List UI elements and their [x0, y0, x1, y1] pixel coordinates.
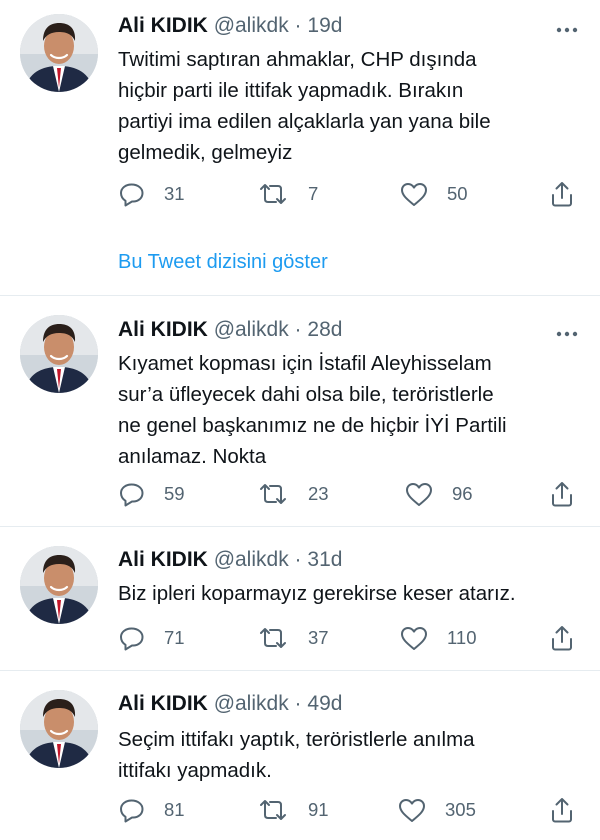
like-count: 305 [445, 799, 476, 820]
retweet-icon [256, 624, 290, 652]
author-name[interactable]: Ali KIDIK [118, 692, 208, 715]
avatar[interactable] [20, 546, 98, 624]
like-count: 96 [452, 483, 473, 504]
like-count: 50 [447, 183, 468, 204]
heart-icon [399, 180, 429, 208]
separator: · [294, 692, 302, 715]
retweet-count: 7 [308, 183, 319, 204]
tweet-text: Twitimi saptıran ahmaklar, CHP dışında h… [118, 44, 578, 168]
tweet-text-line: Seçim ittifakı yaptık, teröristlerle anı… [118, 728, 475, 751]
show-thread-link[interactable]: Bu Tweet dizisini göster [118, 248, 328, 276]
retweet-button[interactable]: 91 [256, 796, 329, 824]
author-name[interactable]: Ali KIDIK [118, 548, 208, 571]
tweet-age[interactable]: 28d [307, 318, 342, 341]
share-icon [550, 796, 574, 824]
tweet-text-line: gelmedik, gelmeyiz [118, 141, 293, 164]
retweet-count: 91 [308, 799, 329, 820]
tweet-text-line: ne genel başkanımız ne de hiçbir İYİ Par… [118, 414, 507, 437]
tweet-text-line: hiçbir parti ile ittifak yapmadık. Bırak… [118, 79, 464, 102]
reply-button[interactable]: 81 [118, 796, 185, 824]
reply-icon [118, 796, 146, 824]
tweet-header: Ali KIDIK @alikdk · 19d [118, 13, 342, 39]
tweet-header: Ali KIDIK @alikdk · 31d [118, 547, 342, 573]
action-bar: 31 7 50 [0, 180, 600, 208]
share-icon [550, 624, 574, 652]
author-handle[interactable]: @alikdk [214, 14, 289, 37]
reply-button[interactable]: 59 [118, 480, 185, 508]
heart-icon [397, 796, 427, 824]
tweet-text: Seçim ittifakı yaptık, teröristlerle anı… [118, 724, 578, 786]
reply-button[interactable]: 31 [118, 180, 185, 208]
share-button[interactable] [550, 624, 574, 652]
more-icon[interactable] [555, 22, 579, 32]
author-name[interactable]: Ali KIDIK [118, 14, 208, 37]
share-icon [550, 480, 574, 508]
share-icon [550, 180, 574, 208]
separator: · [294, 14, 302, 37]
share-button[interactable] [550, 480, 574, 508]
avatar[interactable] [20, 315, 98, 393]
tweet-age[interactable]: 49d [307, 692, 342, 715]
tweet-age[interactable]: 31d [307, 548, 342, 571]
like-button[interactable]: 50 [399, 180, 468, 208]
action-bar: 81 91 305 [0, 796, 600, 824]
tweet-text-line: sur’a üfleyecek dahi olsa bile, terörist… [118, 383, 494, 406]
avatar[interactable] [20, 690, 98, 768]
share-button[interactable] [550, 180, 574, 208]
tweet-header: Ali KIDIK @alikdk · 49d [118, 691, 342, 717]
separator: · [294, 548, 302, 571]
like-button[interactable]: 96 [404, 480, 473, 508]
heart-icon [399, 624, 429, 652]
author-handle[interactable]: @alikdk [214, 318, 289, 341]
tweet-text: Kıyamet kopması için İstafil Aleyhissela… [118, 348, 578, 472]
share-button[interactable] [550, 796, 574, 824]
tweet-2[interactable]: Ali KIDIK @alikdk · 28d Kıyamet kopması … [0, 296, 600, 526]
action-bar: 71 37 110 [0, 624, 600, 652]
retweet-icon [256, 180, 290, 208]
tweet-3[interactable]: Ali KIDIK @alikdk · 31d Biz ipleri kopar… [0, 527, 600, 670]
retweet-icon [256, 796, 290, 824]
reply-count: 71 [164, 627, 185, 648]
tweet-header: Ali KIDIK @alikdk · 28d [118, 317, 342, 343]
reply-count: 81 [164, 799, 185, 820]
retweet-button[interactable]: 37 [256, 624, 329, 652]
reply-count: 59 [164, 483, 185, 504]
tweet-text-line: partiyi ima edilen alçaklarla yan yana b… [118, 110, 491, 133]
retweet-count: 37 [308, 627, 329, 648]
tweet-text-line: Kıyamet kopması için İstafil Aleyhissela… [118, 352, 492, 375]
separator: · [294, 318, 302, 341]
tweet-text-line: anılamaz. Nokta [118, 445, 267, 468]
retweet-count: 23 [308, 483, 329, 504]
author-handle[interactable]: @alikdk [214, 548, 289, 571]
retweet-icon [256, 480, 290, 508]
tweet-text-line: ittifakı yapmadık. [118, 759, 272, 782]
tweet-1[interactable]: Ali KIDIK @alikdk · 19d Twitimi saptıran… [0, 0, 600, 295]
reply-count: 31 [164, 183, 185, 204]
action-bar: 59 23 96 [0, 480, 600, 508]
author-name[interactable]: Ali KIDIK [118, 318, 208, 341]
tweet-text: Biz ipleri koparmayız gerekirse keser at… [118, 578, 578, 609]
more-icon[interactable] [555, 326, 579, 336]
avatar[interactable] [20, 14, 98, 92]
reply-icon [118, 624, 146, 652]
tweet-text-line: Biz ipleri koparmayız gerekirse keser at… [118, 582, 516, 605]
tweet-4[interactable]: Ali KIDIK @alikdk · 49d Seçim ittifakı y… [0, 671, 600, 840]
tweet-age[interactable]: 19d [307, 14, 342, 37]
reply-icon [118, 480, 146, 508]
retweet-button[interactable]: 7 [256, 180, 318, 208]
reply-button[interactable]: 71 [118, 624, 185, 652]
like-button[interactable]: 110 [399, 624, 477, 652]
like-button[interactable]: 305 [397, 796, 476, 824]
reply-icon [118, 180, 146, 208]
like-count: 110 [447, 627, 477, 648]
retweet-button[interactable]: 23 [256, 480, 329, 508]
tweet-text-line: Twitimi saptıran ahmaklar, CHP dışında [118, 48, 477, 71]
heart-icon [404, 480, 434, 508]
author-handle[interactable]: @alikdk [214, 692, 289, 715]
